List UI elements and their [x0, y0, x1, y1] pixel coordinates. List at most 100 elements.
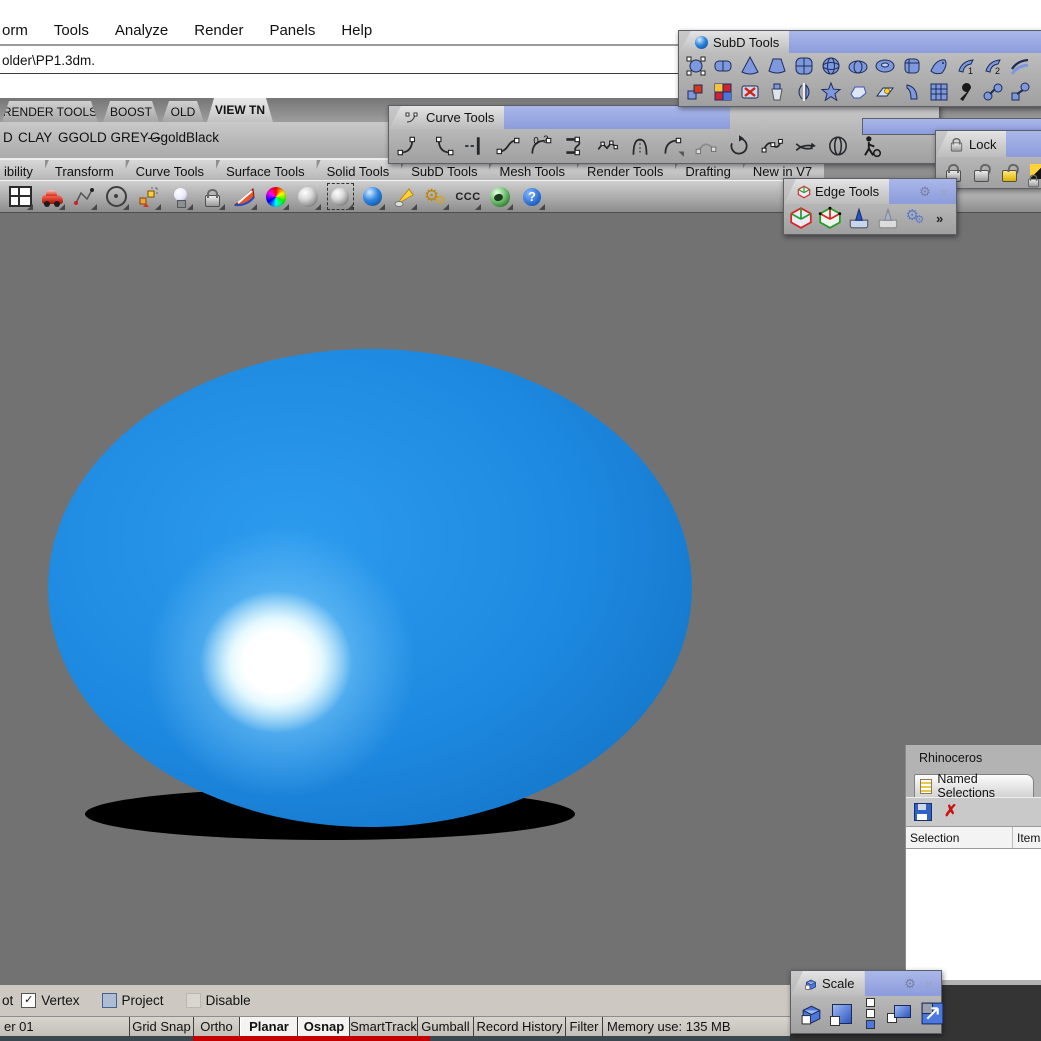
sketch-curve-button[interactable] [590, 131, 623, 161]
column-selection[interactable]: Selection [906, 827, 1013, 848]
named-selections-tab[interactable]: Named Selections [914, 772, 1034, 800]
edge-tools-title-bar[interactable]: Edge Tools ⚙ × [784, 179, 956, 204]
status-record-history[interactable]: Record History [474, 1017, 566, 1036]
subd-bridge2-button[interactable] [1006, 79, 1033, 105]
quick-item-ggoldblack[interactable]: GgoldBlack [150, 130, 219, 145]
fillet-curve-button[interactable] [392, 131, 425, 161]
column-items[interactable]: Items [1013, 831, 1041, 845]
rendered-viewport-button[interactable] [358, 183, 386, 211]
subd-slab-button[interactable] [844, 79, 871, 105]
revolve-curve-button[interactable] [821, 131, 854, 161]
subd-cylinder-button[interactable] [898, 53, 925, 79]
show-edges-button[interactable] [787, 205, 814, 231]
color-wheel-button[interactable] [262, 183, 290, 211]
named-views-button[interactable] [38, 183, 66, 211]
scale-close-icon[interactable]: × [925, 977, 933, 991]
subcurve-button[interactable] [689, 131, 722, 161]
selections-list[interactable] [906, 849, 1041, 980]
lock-selected-button[interactable] [997, 159, 1021, 185]
subd-ellipsoid-button[interactable] [844, 53, 871, 79]
menu-panels[interactable]: Panels [269, 22, 315, 39]
subd-sweep2-button[interactable]: 2 [979, 53, 1006, 79]
edge-gear-icon[interactable]: ⚙ [919, 185, 931, 198]
status-osnap[interactable]: Osnap [298, 1017, 350, 1036]
subd-tools-tab[interactable]: SubD Tools [679, 31, 790, 53]
crease-button[interactable] [845, 205, 872, 231]
subd-delete-face-button[interactable] [736, 79, 763, 105]
subd-edit-button[interactable] [682, 53, 709, 79]
earth-button[interactable] [486, 183, 514, 211]
menu-help[interactable]: Help [341, 22, 372, 39]
status-planar[interactable]: Planar [240, 1017, 298, 1036]
render-button[interactable] [230, 183, 258, 211]
subd-star-button[interactable] [817, 79, 844, 105]
subd-sphere-button[interactable] [817, 53, 844, 79]
scale-nonuniform-button[interactable] [884, 1004, 914, 1023]
subd-truncated-cone-button[interactable] [763, 53, 790, 79]
quick-item-clay[interactable]: CLAY [18, 130, 52, 145]
lamp-button[interactable] [166, 183, 194, 211]
show-naked-edges-button[interactable] [816, 205, 843, 231]
subd-symmetry-button[interactable] [790, 79, 817, 105]
menu-tools[interactable]: Tools [54, 22, 89, 39]
vertex-checkbox[interactable]: ✓ [21, 993, 37, 1008]
status-grid-snap[interactable]: Grid Snap [130, 1017, 194, 1036]
subd-fish-button[interactable] [925, 53, 952, 79]
grouptab-curve-tools[interactable]: Curve Tools [119, 160, 217, 182]
distance-button[interactable] [70, 183, 98, 211]
edge-overflow-button[interactable]: » [932, 211, 947, 226]
tab-view-tn[interactable]: VIEW TN [207, 98, 273, 122]
quick-item-ggold-grey[interactable]: GGOLD GREY--- [58, 130, 161, 145]
edit-points-button[interactable] [755, 131, 788, 161]
status-layer[interactable]: er 01 [0, 1017, 130, 1036]
tab-old[interactable]: OLD [162, 101, 204, 122]
subd-append-face-button[interactable] [682, 79, 709, 105]
remove-crease-button[interactable] [874, 205, 901, 231]
subd-insert-plane-button[interactable] [871, 79, 898, 105]
subd-shell-button[interactable] [898, 79, 925, 105]
grouptab-surface-tools[interactable]: Surface Tools [210, 160, 317, 182]
scale-title-bar[interactable]: Scale ⚙ × [791, 971, 941, 996]
delete-selection-button[interactable]: ✗ [944, 804, 957, 820]
menu-render[interactable]: Render [194, 22, 243, 39]
scale-2d-button[interactable] [828, 1003, 856, 1026]
disable-checkbox[interactable] [185, 993, 201, 1008]
status-filter[interactable]: Filter [566, 1017, 603, 1036]
subd-tools-title-bar[interactable]: SubD Tools [679, 31, 1041, 53]
adjustable-blend-button[interactable] [656, 131, 689, 161]
viewport[interactable] [0, 212, 1041, 985]
lock-title-bar[interactable]: Lock [936, 131, 1041, 157]
osnap-vertex[interactable]: ✓ Vertex [21, 993, 80, 1008]
help-button[interactable]: ? [518, 183, 546, 211]
osnap-disable[interactable]: Disable [185, 993, 251, 1008]
status-gumball[interactable]: Gumball [418, 1017, 474, 1036]
options-button[interactable]: ⚙ ⚙ [422, 183, 450, 211]
unlock-button[interactable] [969, 159, 993, 185]
grouptab-transform[interactable]: Transform [38, 160, 126, 182]
edge-tools-tab[interactable]: Edge Tools [784, 179, 890, 204]
flow-curve-button[interactable] [788, 131, 821, 161]
match-curve-button[interactable] [557, 131, 590, 161]
grouptab-visibility[interactable]: ibility [0, 160, 45, 182]
project-checkbox[interactable] [101, 993, 117, 1008]
tab-boost[interactable]: BOOST [103, 101, 159, 122]
curve-tools-title-bar[interactable]: Curve Tools [389, 106, 939, 129]
extend-curve-button[interactable] [458, 131, 491, 161]
subd-cone-button[interactable] [736, 53, 763, 79]
osnap-project[interactable]: Project [101, 993, 164, 1008]
tab-render-tools[interactable]: RENDER TOOLS [2, 101, 98, 122]
scale-gear-icon[interactable]: ⚙ [904, 977, 916, 990]
viewport-layout-button[interactable] [6, 183, 34, 211]
subd-sweep1-button[interactable]: 1 [952, 53, 979, 79]
subd-bridge-button[interactable] [979, 79, 1006, 105]
quick-item-0[interactable]: D [3, 130, 13, 145]
lock-swap-button[interactable] [1025, 159, 1041, 188]
menu-analyze[interactable]: Analyze [115, 22, 168, 39]
subd-plane-button[interactable] [709, 53, 736, 79]
scale-by-plane-button[interactable] [917, 1001, 947, 1026]
curve-tools-tab[interactable]: Curve Tools [389, 106, 505, 129]
ccc-button[interactable]: CCC [454, 183, 482, 211]
subd-color-grid-button[interactable] [709, 79, 736, 105]
spotlight-button[interactable] [390, 183, 418, 211]
shaded-viewport-button[interactable] [294, 183, 322, 211]
